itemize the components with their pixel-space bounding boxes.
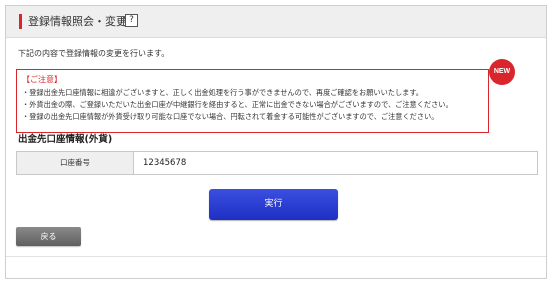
notice-line: ・外貨出金の際、ご登録いただいた出金口座が中継銀行を経由すると、正常に出金できな… [22,100,453,109]
bottom-divider [6,256,546,257]
header-accent-bar [19,14,22,29]
account-number-value: 12345678 [143,158,187,168]
panel-header: 登録情報照会・変更 ? [6,6,546,38]
notice-title: 【ご注意】 [22,75,62,84]
main-panel: 登録情報照会・変更 ? 下記の内容で登録情報の変更を行います。 【ご注意】 ・登… [5,5,547,279]
help-icon[interactable]: ? [123,14,138,27]
account-number-label: 口座番号 [17,152,134,174]
back-button[interactable]: 戻る [16,227,81,246]
account-table: 口座番号 12345678 [16,151,538,175]
notice-box: 【ご注意】 ・登録出金先口座情報に相違がございますと、正しく出金処理を行う事がで… [16,69,489,133]
execute-button[interactable]: 実行 [209,189,338,220]
notice-line: ・登録出金先口座情報に相違がございますと、正しく出金処理を行う事ができませんので… [22,88,423,97]
page-title: 登録情報照会・変更 [28,15,127,28]
new-badge: NEW [489,59,515,85]
intro-text: 下記の内容で登録情報の変更を行います。 [18,49,170,58]
notice-line: ・登録の出金先口座情報が外貨受け取り可能な口座でない場合、円転されて着金する可能… [22,112,439,121]
section-title: 出金先口座情報(外貨) [18,134,113,145]
